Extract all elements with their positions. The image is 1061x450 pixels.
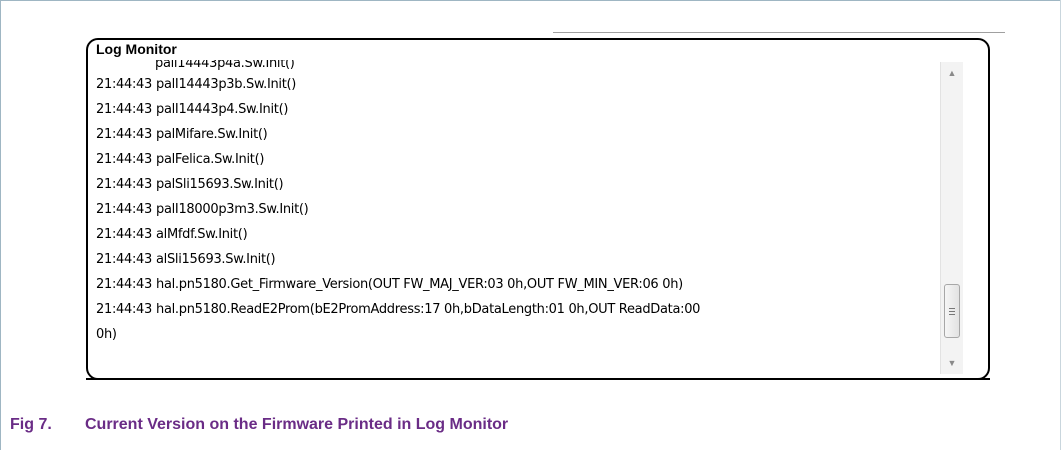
log-text: pall14443p4a.Sw.Init()	[155, 60, 295, 71]
log-line: 21:44:43 hal.pn5180.ReadE2Prom(bE2PromAdd…	[96, 297, 946, 322]
log-line-continuation: 0h)	[96, 327, 117, 342]
log-text: hal.pn5180.ReadE2Prom(bE2PromAddress:17 …	[156, 302, 701, 317]
log-text: palFelica.Sw.Init()	[156, 152, 265, 167]
log-text: palI14443p3b.Sw.Init()	[156, 77, 297, 92]
log-line: 21:44:43 palI14443p4.Sw.Init()	[96, 97, 946, 122]
log-line: 21:44:43 palI14443p3b.Sw.Init()	[96, 72, 946, 97]
log-line: 21:44:43 palMifare.Sw.Init()	[96, 122, 946, 147]
log-text: alSli15693.Sw.Init()	[156, 252, 276, 267]
log-text: palI14443p4.Sw.Init()	[156, 102, 289, 117]
scroll-down-arrow-icon[interactable]: ▼	[941, 354, 963, 372]
log-scrollbar[interactable]: ▲ ▼	[940, 62, 963, 374]
log-time: 21:44:43	[96, 102, 152, 117]
log-time: 21:44:43	[96, 152, 152, 167]
log-line: 21:44:43 alMfdf.Sw.Init()	[96, 222, 946, 247]
bottom-rule	[86, 378, 990, 380]
log-text: hal.pn5180.Get_Firmware_Version(OUT FW_M…	[156, 277, 683, 292]
log-text: alMfdf.Sw.Init()	[156, 227, 248, 242]
log-time: 21:44:43	[96, 302, 152, 317]
separator-line	[553, 32, 1005, 33]
log-line: 21:44:43 palSli15693.Sw.Init()	[96, 172, 946, 197]
log-time: 21:44:43	[96, 277, 152, 292]
log-time: 21:44:43	[96, 127, 152, 142]
log-text: palI18000p3m3.Sw.Init()	[156, 202, 309, 217]
figure-title: Current Version on the Firmware Printed …	[85, 416, 509, 433]
log-time: 21:44:43	[96, 227, 152, 242]
log-list[interactable]: pall14443p4a.Sw.Init() 21:44:43 palI14443…	[96, 60, 946, 376]
log-text: palSli15693.Sw.Init()	[156, 177, 284, 192]
log-monitor-group: Log Monitor pall14443p4a.Sw.Init() 21:44…	[86, 38, 990, 380]
log-line-partial: pall14443p4a.Sw.Init()	[96, 60, 946, 72]
scroll-thumb[interactable]	[944, 284, 960, 338]
log-text: palMifare.Sw.Init()	[156, 127, 268, 142]
scroll-up-arrow-icon[interactable]: ▲	[941, 64, 963, 82]
log-line: 21:44:43 palI18000p3m3.Sw.Init()	[96, 197, 946, 222]
log-monitor-title: Log Monitor	[94, 41, 179, 57]
log-time: 21:44:43	[96, 202, 152, 217]
figure-number: Fig 7.	[10, 416, 52, 433]
log-time: 21:44:43	[96, 77, 152, 92]
log-line: 21:44:43 alSli15693.Sw.Init()	[96, 247, 946, 272]
grip-icon	[949, 308, 955, 315]
log-line: 21:44:43 hal.pn5180.Get_Firmware_Version(…	[96, 272, 946, 297]
figure-caption: Fig 7. Current Version on the Firmware Pr…	[10, 416, 508, 434]
log-time: 21:44:43	[96, 177, 152, 192]
log-time: 21:44:43	[96, 252, 152, 267]
log-line: 21:44:43 palFelica.Sw.Init()	[96, 147, 946, 172]
